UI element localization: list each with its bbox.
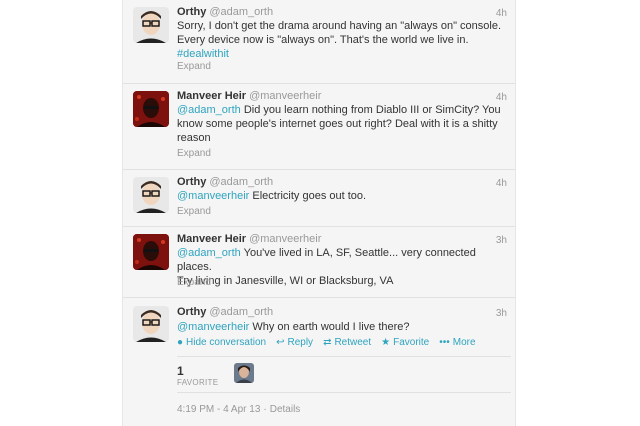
manveer-avatar[interactable] — [133, 234, 169, 270]
author-name[interactable]: Manveer Heir — [177, 233, 246, 245]
tweet[interactable]: Manveer Heir @manveerheir 4h @adam_orth D… — [123, 84, 515, 170]
divider — [177, 392, 511, 393]
retweet-label: Retweet — [334, 337, 372, 348]
tweet-timestamp[interactable]: 4:19 PM - 4 Apr 13 — [177, 404, 260, 415]
expand-link[interactable]: Expand — [177, 148, 211, 159]
tweet-time[interactable]: 4h — [496, 178, 507, 189]
orthy-avatar[interactable] — [133, 177, 169, 213]
favorites-label[interactable]: FAVORITE — [177, 378, 218, 387]
tweet-text: @manveerheir Why on earth would I live t… — [177, 320, 507, 334]
author-username[interactable]: @adam_orth — [209, 306, 273, 318]
tweet-actions: ● Hide conversation ↩ Reply ⇄ Retweet ★ Favorit… — [177, 337, 486, 348]
tweet-text-segment: Did you learn nothing from Diablo III or… — [240, 104, 501, 116]
more-button[interactable]: ••• More — [439, 337, 475, 348]
expand-link[interactable]: Expand — [177, 206, 211, 217]
tweet-time[interactable]: 4h — [496, 92, 507, 103]
tweet-text-line: know some people's internet goes out rig… — [177, 118, 498, 130]
orthy-avatar[interactable] — [133, 306, 169, 342]
tweet-header: Orthy @adam_orth — [177, 306, 273, 318]
hide-conversation-button[interactable]: ● Hide conversation — [177, 337, 266, 348]
author-name[interactable]: Orthy — [177, 6, 206, 18]
favorites-count[interactable]: 1 — [177, 364, 184, 378]
tweet-text-segment: Electricity goes out too. — [249, 190, 367, 202]
expand-link[interactable]: Expand — [177, 277, 211, 288]
tweet[interactable]: Manveer Heir @manveerheir 3h @adam_orth Y… — [123, 227, 515, 298]
tweet-text-segment: Why on earth would I live there? — [249, 321, 410, 333]
details-link[interactable]: Details — [270, 404, 301, 415]
author-username[interactable]: @adam_orth — [209, 176, 273, 188]
more-label: More — [452, 337, 476, 348]
tweet[interactable]: Orthy @adam_orth 4h Sorry, I don't get th… — [123, 0, 515, 84]
hide-conversation-label: Hide conversation — [186, 337, 267, 348]
tweet-time[interactable]: 4h — [496, 8, 507, 19]
mention-link[interactable]: @manveerheir — [177, 190, 249, 202]
tweet-meta: 4:19 PM - 4 Apr 13 · Details — [177, 404, 301, 415]
author-username[interactable]: @manveerheir — [249, 90, 321, 102]
mention-link[interactable]: @manveerheir — [177, 321, 249, 333]
author-name[interactable]: Manveer Heir — [177, 90, 246, 102]
favoriter-avatar[interactable] — [234, 363, 254, 383]
hashtag-link[interactable]: #dealwithit — [177, 47, 507, 61]
mention-link[interactable]: @adam_orth — [177, 104, 241, 116]
reply-arrow-icon: ↩ — [276, 337, 285, 348]
reply-button[interactable]: ↩ Reply — [276, 337, 313, 348]
tweet-text: @manveerheir Electricity goes out too. — [177, 189, 507, 203]
author-username[interactable]: @manveerheir — [249, 233, 321, 245]
tweet-text: Sorry, I don't get the drama around havi… — [177, 19, 507, 61]
speech-bubble-icon: ● — [177, 337, 184, 348]
tweet-header: Manveer Heir @manveerheir — [177, 90, 321, 102]
retweet-button[interactable]: ⇄ Retweet — [323, 337, 371, 348]
reply-label: Reply — [287, 337, 314, 348]
tweet-text: @adam_orth You've lived in LA, SF, Seatt… — [177, 246, 507, 288]
star-icon: ★ — [381, 337, 391, 348]
tweet-text-line: Try living in Janesville, WI or Blacksbu… — [177, 275, 394, 287]
tweet-header: Manveer Heir @manveerheir — [177, 233, 321, 245]
more-dots-icon: ••• — [439, 337, 450, 348]
mention-link[interactable]: @adam_orth — [177, 247, 241, 259]
tweet[interactable]: Orthy @adam_orth 4h @manveerheir Electric… — [123, 170, 515, 227]
expand-link[interactable]: Expand — [177, 61, 211, 72]
tweet-text-line: reason — [177, 132, 211, 144]
tweet-text-line: Sorry, I don't get the drama around havi… — [177, 20, 502, 32]
tweet-header: Orthy @adam_orth — [177, 6, 273, 18]
retweet-icon: ⇄ — [323, 337, 332, 348]
tweet-header: Orthy @adam_orth — [177, 176, 273, 188]
divider — [177, 356, 511, 357]
author-name[interactable]: Orthy — [177, 176, 206, 188]
manveer-avatar[interactable] — [133, 91, 169, 127]
favorite-button[interactable]: ★ Favorite — [381, 337, 429, 348]
tweet-text: @adam_orth Did you learn nothing from Di… — [177, 103, 507, 145]
tweet-text-line: Every device now is "always on". That's … — [177, 34, 469, 46]
author-name[interactable]: Orthy — [177, 306, 206, 318]
tweet-time[interactable]: 3h — [496, 235, 507, 246]
tweet-stream: Orthy @adam_orth 4h Sorry, I don't get th… — [122, 0, 516, 426]
author-username[interactable]: @adam_orth — [209, 6, 273, 18]
favorite-label: Favorite — [393, 337, 430, 348]
orthy-avatar[interactable] — [133, 7, 169, 43]
tweet-time[interactable]: 3h — [496, 308, 507, 319]
